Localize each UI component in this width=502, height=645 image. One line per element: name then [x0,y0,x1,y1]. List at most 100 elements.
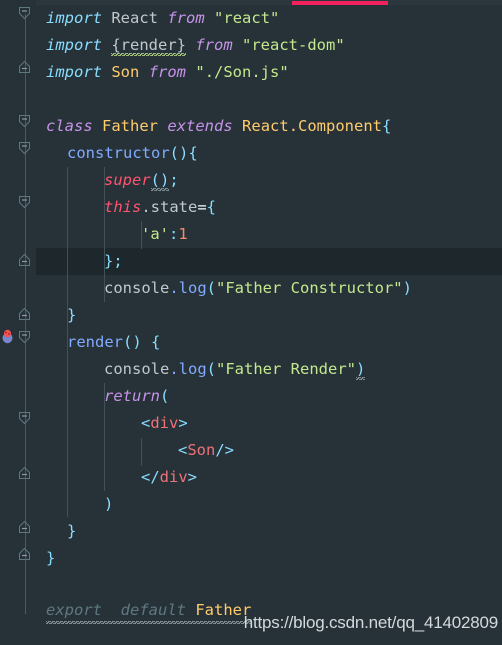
fold-marker-line-1[interactable] [18,6,31,20]
token-super-name: super [104,171,151,189]
code-line-11[interactable]: console.log("Father Constructor") [104,275,412,302]
token-open-brace: { [382,117,392,135]
token-open-brace: { [188,144,198,162]
code-line-9[interactable]: 'a':1 [141,221,188,248]
token-super-parens: () [150,171,170,191]
code-line-17[interactable]: <Son/> [178,437,234,464]
token-from: from [195,36,233,54]
code-line-6[interactable]: constructor(){ [67,140,198,167]
editor-gutter[interactable] [0,0,36,645]
token-console-ident: console [104,279,170,297]
token-angle-close: > [178,414,188,432]
code-line-14[interactable]: console.log("Father Render") [104,356,366,383]
token-react-ident: React [111,9,159,27]
token-equals: = [197,198,207,216]
token-close-brace: } [67,306,77,324]
token-open-paren: ( [206,279,216,297]
fold-marker-line-6[interactable] [18,141,31,155]
token-constructor-name: constructor [67,144,170,162]
token-semicolon: ; [169,171,179,189]
token-close-paren: ) [104,495,114,513]
fold-marker-line-5[interactable] [18,114,31,128]
code-line-16[interactable]: <div> [141,410,188,437]
code-line-10[interactable]: }; [104,248,123,275]
token-console-ident: console [104,360,170,378]
code-line-21[interactable]: } [46,545,55,572]
token-self-close: /> [215,441,235,459]
token-brace-semi: }; [104,252,123,270]
fold-marker-line-10[interactable] [18,253,31,267]
token-from: from [167,9,205,27]
token-angle-open: < [141,414,151,432]
fold-marker-line-21[interactable] [18,547,31,561]
token-son-ident: Son [111,63,140,81]
token-return-kw: return [104,387,160,405]
fold-marker-line-18[interactable] [18,466,31,480]
token-log-method: .log [169,279,207,297]
code-line-1[interactable]: import React from "react" [46,5,279,32]
fold-marker-line-3[interactable] [18,60,31,74]
code-line-7[interactable]: super(); [104,167,179,194]
token-import: import [46,63,102,81]
code-text-area[interactable]: import React from "react" import {render… [36,0,502,645]
code-line-23[interactable]: export default Father [46,597,252,624]
token-close-brace: } [46,549,56,567]
token-close-paren: ) [402,279,412,297]
token-colon: : [169,225,179,243]
token-open-paren: ( [160,387,170,405]
token-close-paren: ) [355,360,366,380]
code-line-12[interactable]: } [67,302,76,329]
fold-marker-line-13[interactable] [18,330,31,344]
code-editor-window: import React from "react" import {render… [0,0,502,645]
token-class-kw: class [46,117,93,135]
token-render-method-name: render [67,333,123,351]
token-react-string: "react" [214,9,280,27]
fold-marker-line-16[interactable] [18,411,31,425]
react-component-icon[interactable] [1,329,14,344]
code-line-18[interactable]: </div> [141,464,197,491]
token-open-paren: ( [169,144,179,162]
token-from: from [148,63,187,81]
code-line-13[interactable]: render() { [67,329,160,356]
token-react-component: React.Component [242,117,383,135]
code-line-15[interactable]: return( [104,383,169,410]
token-close-brace: } [67,522,77,540]
token-this-kw: this [104,198,142,216]
token-extends-kw: extends [167,117,233,135]
token-angle-close: > [187,468,198,486]
token-value-1: 1 [178,225,188,243]
code-line-19[interactable]: ) [104,491,113,518]
token-react-dom-string: "react-dom" [242,36,345,54]
token-render-braces: {render} [111,36,186,56]
code-line-3[interactable]: import Son from "./Son.js" [46,59,289,86]
token-div-tag: div [159,468,188,486]
fold-marker-line-8[interactable] [18,195,31,209]
token-open-brace: { [151,333,161,351]
code-line-20[interactable]: } [67,518,76,545]
token-str-father-constructor: "Father Constructor" [216,279,403,297]
token-import: import [46,36,102,54]
indent-guide [141,438,142,466]
fold-marker-line-20[interactable] [18,520,31,534]
code-line-8[interactable]: this.state={ [104,194,216,221]
token-state-prop: .state [141,198,198,216]
code-line-2[interactable]: import {render} from "react-dom" [46,32,345,59]
token-father-ident: Father [102,117,159,135]
code-line-5[interactable]: class Father extends React.Component{ [46,113,391,140]
token-div-tag: div [150,414,179,432]
token-son-tag: Son [187,441,216,459]
token-son-string: "./Son.js" [195,63,289,81]
fold-marker-line-12[interactable] [18,307,31,321]
